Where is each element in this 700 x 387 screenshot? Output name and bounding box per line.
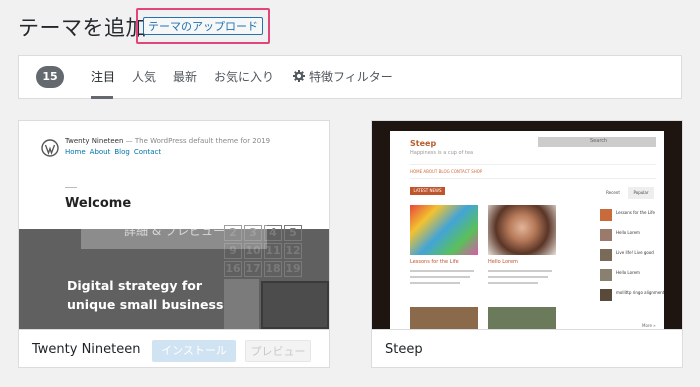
- preview-text-line: [488, 276, 548, 278]
- preview-button[interactable]: プレビュー: [245, 340, 311, 362]
- preview-laptop-image: [261, 281, 329, 329]
- preview-post-image: [410, 307, 478, 329]
- preview-nav-item: About: [89, 148, 111, 156]
- theme-card-twenty-nineteen[interactable]: Twenty Nineteen — The WordPress default …: [18, 120, 330, 368]
- preview-sidebar-text: Lessons for the Life: [616, 210, 655, 215]
- preview-plant-image: [224, 279, 259, 329]
- preview-latest-badge: LATEST NEWS: [410, 187, 445, 195]
- preview-site-name: Twenty Nineteen: [65, 137, 124, 145]
- preview-text-line: [410, 282, 460, 284]
- preview-nav: Home About Blog Contact: [65, 148, 165, 156]
- preview-search-label: Search: [590, 138, 608, 144]
- preview-nav-item: Blog: [114, 148, 130, 156]
- preview-page: Steep Happiness is a cup of tea Search H…: [390, 131, 664, 329]
- preview-sidebar-thumb: [600, 289, 612, 301]
- theme-card-footer: Steep: [372, 329, 682, 367]
- hero-line: unique small businesses: [67, 297, 240, 312]
- theme-screenshot[interactable]: Twenty Nineteen — The WordPress default …: [19, 121, 329, 329]
- preview-nav-item: Home: [65, 148, 86, 156]
- theme-name: Steep: [385, 342, 423, 357]
- calendar-digit: 16: [224, 261, 242, 277]
- preview-sidebar-text: Hello Lorem: [616, 270, 640, 275]
- preview-sidebar-item: mollittp ringo alignment: [600, 289, 664, 303]
- preview-tab: Recent: [606, 190, 620, 195]
- feature-filter-label: 特徴フィルター: [309, 70, 393, 84]
- preview-sidebar-item: Lessons for the Life: [600, 209, 660, 223]
- preview-tab: Popular: [628, 187, 654, 199]
- preview-tagline: — The WordPress default theme for 2019: [125, 137, 271, 145]
- preview-sidebar-text: Live life! Live good: [616, 250, 654, 255]
- preview-text-line: [410, 270, 474, 272]
- preview-sidebar-thumb: [600, 269, 612, 281]
- feature-filter-button[interactable]: 特徴フィルター: [293, 68, 393, 85]
- active-tab-indicator: [91, 96, 113, 99]
- preview-sidebar-thumb: [600, 249, 612, 261]
- preview-sidebar-text: mollittp ringo alignment: [616, 290, 665, 295]
- calendar-digit: 5: [284, 225, 302, 241]
- theme-count-badge: 15: [36, 66, 64, 88]
- tab-latest[interactable]: 最新: [173, 68, 197, 85]
- preview-site-title: Twenty Nineteen — The WordPress default …: [65, 137, 270, 145]
- upload-highlight-box: テーマのアップロード: [136, 8, 270, 44]
- tab-featured[interactable]: 注目: [91, 68, 115, 85]
- page-title: テーマを追加: [18, 16, 147, 40]
- preview-post-title: Lessons for the Life: [410, 259, 459, 265]
- preview-sidebar-thumb: [600, 209, 612, 221]
- calendar-digit: 19: [284, 261, 302, 277]
- theme-card-footer: Twenty Nineteen インストール プレビュー: [19, 329, 329, 367]
- preview-nav: HOME ABOUT BLOG CONTACT SHOP: [410, 164, 656, 179]
- preview-text-line: [410, 276, 470, 278]
- preview-divider: [65, 187, 77, 188]
- preview-post-image-clips: [410, 205, 478, 255]
- preview-more-link: More »: [642, 323, 656, 328]
- preview-sidebar-tabs: Recent Popular: [600, 187, 656, 199]
- upload-theme-button[interactable]: テーマのアップロード: [143, 17, 263, 35]
- preview-sidebar-item: Hello Lorem: [600, 229, 660, 243]
- preview-sidebar-item: Live life! Live good: [600, 249, 660, 263]
- calendar-digit: 17: [244, 261, 262, 277]
- install-button[interactable]: インストール: [152, 340, 236, 362]
- wordpress-logo-icon: [41, 139, 59, 157]
- preview-nav-item: Contact: [133, 148, 162, 156]
- tab-popular[interactable]: 人気: [132, 68, 156, 85]
- calendar-digit: 12: [284, 243, 302, 259]
- preview-post-image-portrait: [488, 205, 556, 255]
- preview-sidebar-thumb: [600, 229, 612, 241]
- preview-text-line: [488, 282, 538, 284]
- preview-sidebar-item: Hello Lorem: [600, 269, 660, 283]
- gear-icon: [293, 70, 305, 82]
- details-preview-label: 詳細 & プレビュー: [124, 224, 225, 238]
- theme-card-steep[interactable]: Steep Happiness is a cup of tea Search H…: [371, 120, 683, 368]
- calendar-digit: 18: [264, 261, 282, 277]
- preview-post-image: [488, 307, 556, 329]
- preview-hero-text: Digital strategy for unique small busine…: [67, 276, 239, 314]
- theme-screenshot[interactable]: Steep Happiness is a cup of tea Search H…: [372, 121, 682, 329]
- preview-sidebar-text: Hello Lorem: [616, 230, 640, 235]
- preview-search-box: Search: [538, 137, 656, 147]
- preview-post-title: Hello Lorem: [488, 259, 518, 265]
- preview-tagline: Happiness is a cup of tea: [410, 150, 474, 156]
- theme-name: Twenty Nineteen: [32, 342, 141, 357]
- preview-site-title: Steep: [410, 139, 437, 148]
- filter-bar: 15 注目 人気 最新 お気に入り 特徴フィルター: [18, 55, 682, 99]
- preview-text-line: [488, 270, 552, 272]
- hero-line: Digital strategy for: [67, 278, 203, 293]
- tab-favorites[interactable]: お気に入り: [214, 68, 274, 85]
